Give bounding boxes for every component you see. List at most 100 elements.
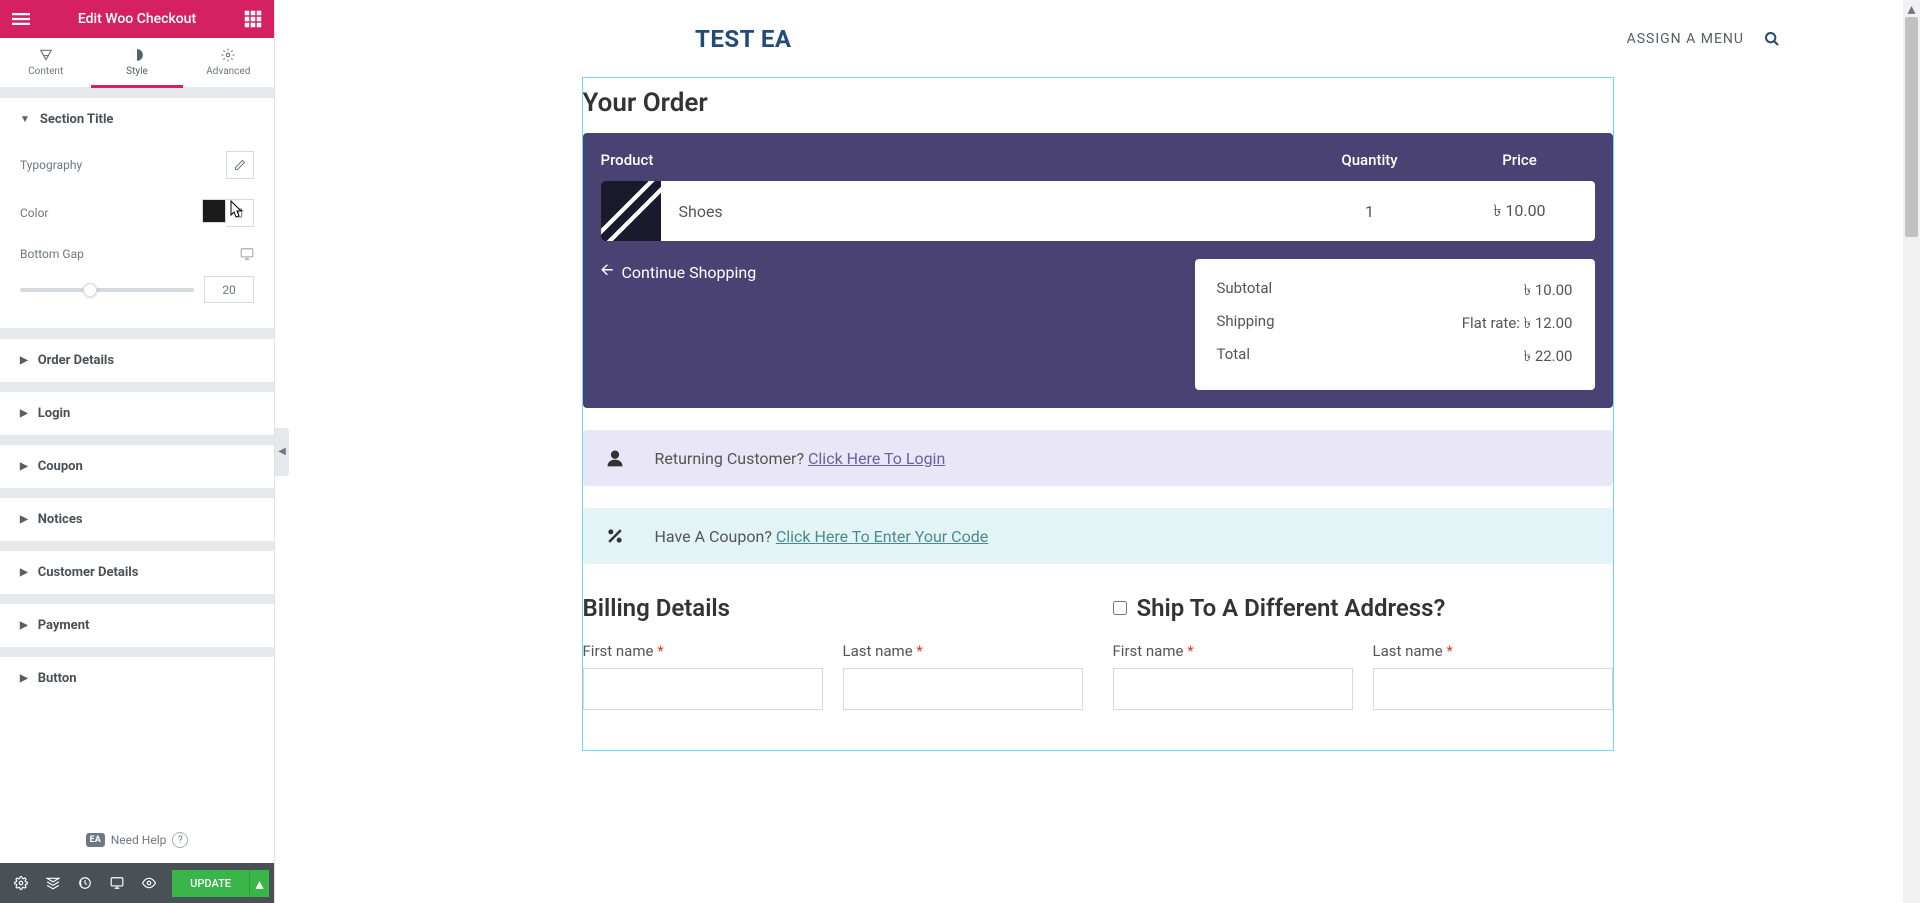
- billing-first-name-label: First name *: [583, 642, 823, 660]
- update-dropdown-button[interactable]: ▴: [249, 870, 269, 897]
- order-details-label: Order Details: [38, 353, 114, 368]
- subtotal-label: Subtotal: [1217, 279, 1273, 304]
- section-header-section-title[interactable]: ▼ Section Title: [0, 98, 274, 141]
- color-picker-swatch[interactable]: [202, 199, 226, 223]
- shipping-value: Flat rate: ৳ 12.00: [1462, 312, 1573, 337]
- sidebar-title: Edit Woo Checkout: [30, 11, 244, 27]
- search-icon[interactable]: [1764, 31, 1780, 47]
- section-header-button[interactable]: ▶ Button: [0, 657, 274, 700]
- caret-right-icon: ▶: [20, 408, 28, 419]
- slider-thumb[interactable]: [83, 283, 97, 297]
- section-title-label: Section Title: [40, 112, 114, 127]
- section-header-payment[interactable]: ▶ Payment: [0, 604, 274, 647]
- section-header-notices[interactable]: ▶ Notices: [0, 498, 274, 541]
- need-help-link[interactable]: EA Need Help ?: [0, 817, 274, 863]
- section-header-login[interactable]: ▶ Login: [0, 392, 274, 435]
- scrollbar-up-icon[interactable]: ▴: [1903, 0, 1920, 17]
- section-header-coupon[interactable]: ▶ Coupon: [0, 445, 274, 488]
- scrollbar-thumb[interactable]: [1905, 17, 1918, 237]
- section-header-customer-details[interactable]: ▶ Customer Details: [0, 551, 274, 594]
- billing-last-name-input[interactable]: [843, 668, 1083, 710]
- color-reset-button[interactable]: [226, 199, 254, 227]
- total-label: Total: [1217, 345, 1251, 370]
- responsive-button[interactable]: [101, 863, 133, 903]
- ship-different-checkbox[interactable]: [1113, 601, 1127, 615]
- section-header-order-details[interactable]: ▶ Order Details: [0, 339, 274, 382]
- section-section-title: ▼ Section Title Typography Color: [0, 98, 274, 329]
- login-notice-text: Returning Customer?: [655, 449, 809, 468]
- bottom-gap-input[interactable]: [204, 276, 254, 303]
- site-title: TEST EA: [695, 25, 791, 53]
- login-label: Login: [38, 406, 71, 421]
- hamburger-icon[interactable]: [12, 10, 30, 28]
- caret-right-icon: ▶: [20, 514, 28, 525]
- tab-style-label: Style: [126, 66, 148, 77]
- notices-label: Notices: [38, 512, 83, 527]
- user-icon: [605, 448, 625, 468]
- product-price: ৳ 10.00: [1445, 198, 1595, 225]
- shipping-label: Shipping: [1217, 312, 1275, 337]
- payment-label: Payment: [38, 618, 90, 633]
- total-value: ৳ 22.00: [1524, 345, 1573, 370]
- button-label: Button: [38, 671, 77, 686]
- continue-shopping-label: Continue Shopping: [622, 263, 757, 282]
- settings-button[interactable]: [5, 863, 37, 903]
- control-bottom-gap: Bottom Gap: [20, 237, 254, 271]
- collapse-panel-button[interactable]: ◀: [275, 428, 289, 476]
- widgets-grid-icon[interactable]: [244, 10, 262, 28]
- caret-right-icon: ▶: [20, 673, 28, 684]
- coupon-link[interactable]: Click Here To Enter Your Code: [776, 527, 988, 546]
- help-question-icon: ?: [172, 832, 188, 848]
- header-price: Price: [1445, 151, 1595, 169]
- navigator-button[interactable]: [37, 863, 69, 903]
- order-row: Shoes 1 ৳ 10.00: [601, 181, 1595, 241]
- coupon-notice: Have A Coupon? Click Here To Enter Your …: [583, 508, 1613, 564]
- bottom-gap-slider-row: [20, 271, 254, 313]
- caret-right-icon: ▶: [20, 620, 28, 631]
- responsive-desktop-icon[interactable]: [240, 247, 254, 261]
- header-product: Product: [601, 151, 1295, 169]
- login-notice: Returning Customer? Click Here To Login: [583, 430, 1613, 486]
- order-table: Product Quantity Price Shoes 1 ৳ 10.00 🡨: [583, 133, 1613, 408]
- tab-content[interactable]: Content: [0, 38, 91, 87]
- continue-shopping-link[interactable]: 🡨 Continue Shopping: [601, 259, 757, 286]
- tab-advanced[interactable]: Advanced: [183, 38, 274, 87]
- ship-different-title: Ship To A Different Address?: [1113, 594, 1613, 622]
- shipping-first-name-input[interactable]: [1113, 668, 1353, 710]
- customer-details-label: Customer Details: [38, 565, 139, 580]
- caret-right-icon: ▶: [20, 461, 28, 472]
- checkout-widget: Your Order Product Quantity Price Shoes …: [583, 78, 1613, 750]
- tab-style[interactable]: Style: [91, 38, 182, 87]
- caret-down-icon: ▼: [20, 114, 30, 125]
- order-totals: Subtotal ৳ 10.00 Shipping Flat rate: ৳ 1…: [1195, 259, 1595, 390]
- site-nav: ASSIGN A MENU: [1627, 31, 1780, 47]
- ea-badge-icon: EA: [86, 833, 105, 847]
- tab-content-label: Content: [28, 66, 63, 77]
- typography-edit-button[interactable]: [226, 151, 254, 179]
- panel-body: ▼ Section Title Typography Color: [0, 88, 274, 817]
- bottom-gap-slider[interactable]: [20, 288, 194, 292]
- nav-assign-menu[interactable]: ASSIGN A MENU: [1627, 31, 1744, 47]
- panel-tabs: Content Style Advanced: [0, 38, 274, 88]
- caret-right-icon: ▶: [20, 355, 28, 366]
- billing-first-name-input[interactable]: [583, 668, 823, 710]
- tab-advanced-label: Advanced: [206, 66, 250, 77]
- scrollbar-track[interactable]: ▴: [1903, 0, 1920, 903]
- need-help-label: Need Help: [111, 833, 167, 847]
- shipping-last-name-label: Last name *: [1373, 642, 1613, 660]
- subtotal-value: ৳ 10.00: [1524, 279, 1573, 304]
- sidebar-footer: UPDATE ▴: [0, 863, 274, 903]
- history-button[interactable]: [69, 863, 101, 903]
- product-qty: 1: [1295, 202, 1445, 221]
- update-button[interactable]: UPDATE: [172, 870, 249, 897]
- product-name: Shoes: [661, 202, 1295, 221]
- control-typography: Typography: [20, 141, 254, 189]
- login-link[interactable]: Click Here To Login: [808, 449, 945, 468]
- bottom-gap-label: Bottom Gap: [20, 247, 234, 261]
- shipping-last-name-input[interactable]: [1373, 668, 1613, 710]
- product-image: [601, 181, 661, 241]
- preview-button[interactable]: [133, 863, 165, 903]
- elementor-sidebar: Edit Woo Checkout Content Style Advanced: [0, 0, 275, 903]
- header-quantity: Quantity: [1295, 151, 1445, 169]
- arrow-left-icon: 🡨: [601, 259, 614, 286]
